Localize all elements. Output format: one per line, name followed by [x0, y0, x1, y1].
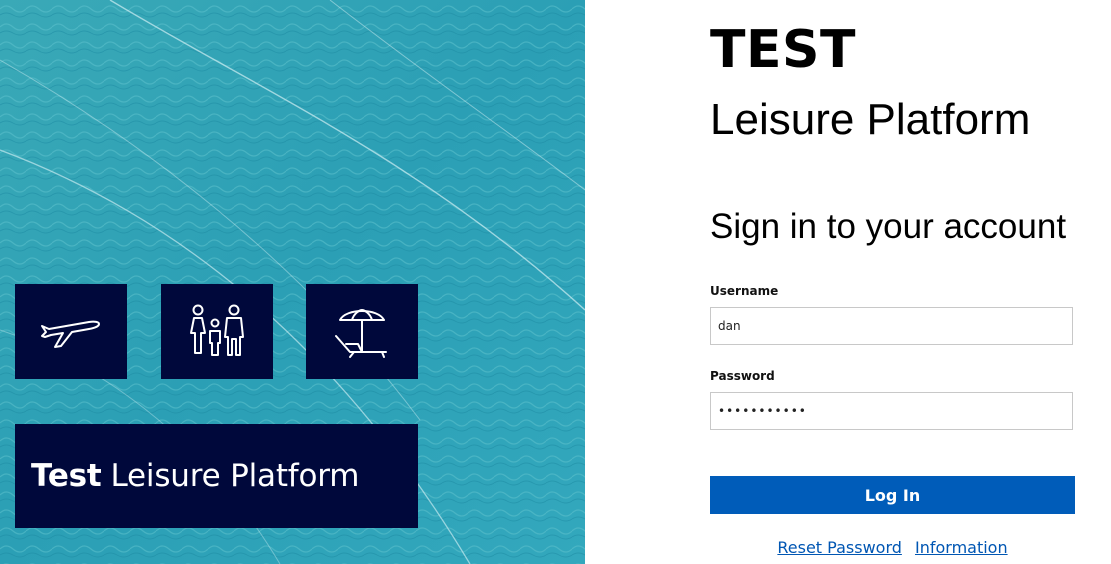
logo-subtitle: Leisure Platform	[710, 95, 1031, 144]
reset-password-link[interactable]: Reset Password	[777, 538, 902, 557]
information-link[interactable]: Information	[915, 538, 1008, 557]
hero-panel: Test Leisure Platform	[0, 0, 585, 564]
beach-tile	[306, 284, 418, 379]
username-input[interactable]	[710, 307, 1073, 345]
auth-links: Reset Password Information	[710, 538, 1075, 557]
family-icon	[190, 304, 244, 356]
username-label: Username	[710, 284, 779, 298]
beach-umbrella-icon	[335, 308, 387, 358]
airplane-tile	[15, 284, 127, 379]
family-tile	[161, 284, 273, 379]
signin-heading: Sign in to your account	[710, 207, 1067, 246]
airplane-icon	[41, 320, 100, 348]
logo-title: TEST	[710, 20, 856, 80]
login-panel: TEST Leisure Platform Sign in to your ac…	[585, 0, 1111, 564]
brand-name-rest: Leisure Platform	[110, 458, 360, 494]
password-input[interactable]	[710, 392, 1073, 430]
platform-brand-banner: Test Leisure Platform	[15, 424, 418, 528]
login-button[interactable]: Log In	[710, 476, 1075, 514]
brand-name-bold: Test	[31, 458, 102, 494]
password-label: Password	[710, 369, 775, 383]
login-page: Test Leisure Platform TEST Leisure Platf…	[0, 0, 1111, 564]
